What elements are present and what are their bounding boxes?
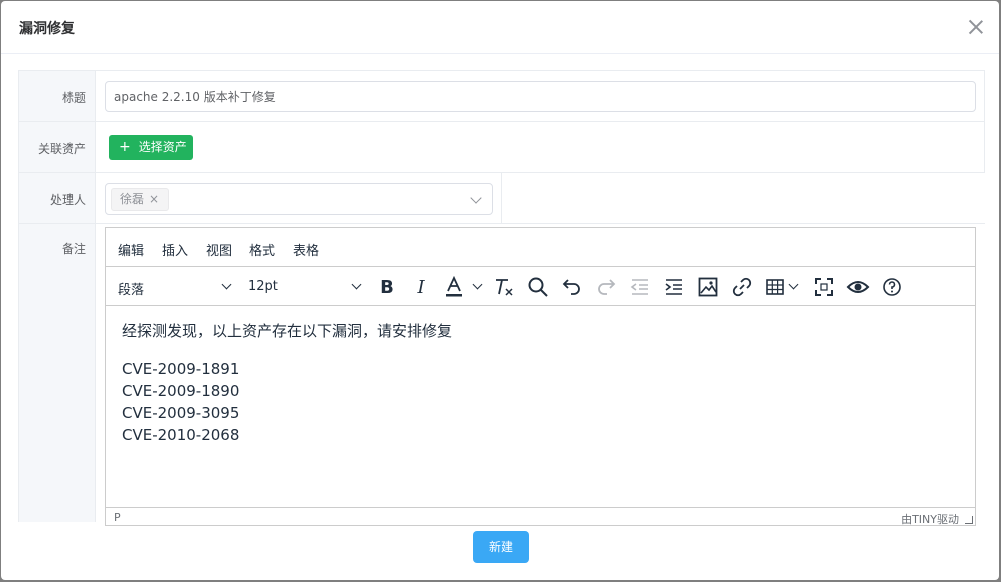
assignee-select[interactable]: 徐磊 ×	[105, 183, 493, 215]
form: * 标题 apache 2.2.10 版本补丁修复 * 关联资产 + 选择资产 * 处理…	[18, 70, 985, 526]
image-icon[interactable]	[696, 275, 720, 299]
tag-close-icon[interactable]: ×	[149, 192, 159, 206]
required-mark: *	[67, 140, 73, 154]
notes-row: 备注 编辑 插入 视图 格式 表格 段落 12pt B I 经探测发现，以上资产…	[18, 223, 985, 526]
cve-item: CVE-2009-1891	[122, 360, 240, 378]
clear-format-icon[interactable]	[492, 275, 516, 299]
dialog: 漏洞修复 * 标题 apache 2.2.10 版本补丁修复 * 关联资产 + 选择资…	[1, 1, 999, 580]
chevron-down-icon	[472, 279, 483, 290]
chevron-down-icon	[470, 192, 482, 204]
select-assets-button[interactable]: + 选择资产	[109, 135, 193, 160]
editor-statusbar: P 由TINY驱动	[106, 507, 975, 526]
assignee-tag: 徐磊 ×	[111, 188, 170, 211]
redo-icon[interactable]	[594, 275, 618, 299]
link-icon[interactable]	[730, 275, 754, 299]
chevron-down-icon	[788, 279, 799, 290]
title-label-cell: * 标题	[18, 71, 96, 121]
chevron-down-icon	[351, 279, 362, 290]
assignee-tag-label: 徐磊	[120, 192, 145, 206]
assets-label-cell: * 关联资产	[18, 122, 96, 172]
required-mark: *	[67, 89, 73, 103]
cve-item: CVE-2009-3095	[122, 404, 240, 422]
menu-insert[interactable]: 插入	[162, 240, 188, 259]
table-icon[interactable]	[764, 275, 786, 299]
assignee-row: * 处理人 徐磊 ×	[18, 172, 985, 223]
editor-toolbar: 段落 12pt B I	[106, 267, 975, 306]
assets-label: 关联资产	[37, 142, 86, 156]
menu-edit[interactable]: 编辑	[118, 240, 144, 259]
assignee-label-cell: * 处理人	[18, 173, 96, 223]
required-mark: *	[67, 191, 73, 205]
indent-icon[interactable]	[662, 275, 686, 299]
editor-menubar: 编辑 插入 视图 格式 表格	[106, 228, 975, 267]
menu-view[interactable]: 视图	[206, 240, 232, 259]
fullscreen-icon[interactable]	[812, 275, 836, 299]
preview-icon[interactable]	[846, 275, 870, 299]
bold-icon[interactable]: B	[376, 275, 398, 299]
menu-table[interactable]: 表格	[293, 240, 319, 259]
create-button[interactable]: 新建	[473, 531, 529, 563]
cve-list: CVE-2009-1891 CVE-2009-1890 CVE-2009-309…	[122, 358, 239, 446]
chevron-down-icon	[221, 279, 232, 290]
italic-icon[interactable]: I	[410, 275, 432, 299]
text-color-icon[interactable]	[442, 275, 466, 299]
cve-item: CVE-2009-1890	[122, 382, 240, 400]
cve-item: CVE-2010-2068	[122, 426, 240, 444]
element-path[interactable]: P	[114, 511, 121, 524]
block-format-select[interactable]: 段落	[118, 279, 144, 298]
assets-row: * 关联资产 + 选择资产	[18, 121, 985, 172]
font-size-select[interactable]: 12pt	[248, 279, 278, 294]
notes-label-cell: 备注	[18, 224, 96, 522]
outdent-icon[interactable]	[628, 275, 652, 299]
content-paragraph: 经探测发现，以上资产存在以下漏洞，请安排修复	[122, 322, 453, 340]
search-icon[interactable]	[526, 275, 550, 299]
notes-label: 备注	[61, 242, 86, 256]
close-icon[interactable]	[968, 19, 984, 35]
undo-icon[interactable]	[560, 275, 584, 299]
help-icon[interactable]	[880, 275, 904, 299]
powered-by-link[interactable]: 由TINY驱动	[901, 511, 959, 527]
rich-text-editor: 编辑 插入 视图 格式 表格 段落 12pt B I 经探测发现，以上资产存在以…	[105, 227, 976, 526]
title-row: * 标题 apache 2.2.10 版本补丁修复	[18, 70, 985, 121]
menu-format[interactable]: 格式	[249, 240, 275, 259]
select-assets-label: 选择资产	[138, 140, 187, 154]
dialog-header: 漏洞修复	[1, 1, 999, 54]
plus-icon: +	[119, 139, 131, 155]
title-label: 标题	[61, 91, 86, 105]
dialog-title: 漏洞修复	[19, 21, 75, 37]
title-input[interactable]: apache 2.2.10 版本补丁修复	[105, 81, 976, 112]
resize-handle-icon[interactable]	[965, 516, 973, 524]
